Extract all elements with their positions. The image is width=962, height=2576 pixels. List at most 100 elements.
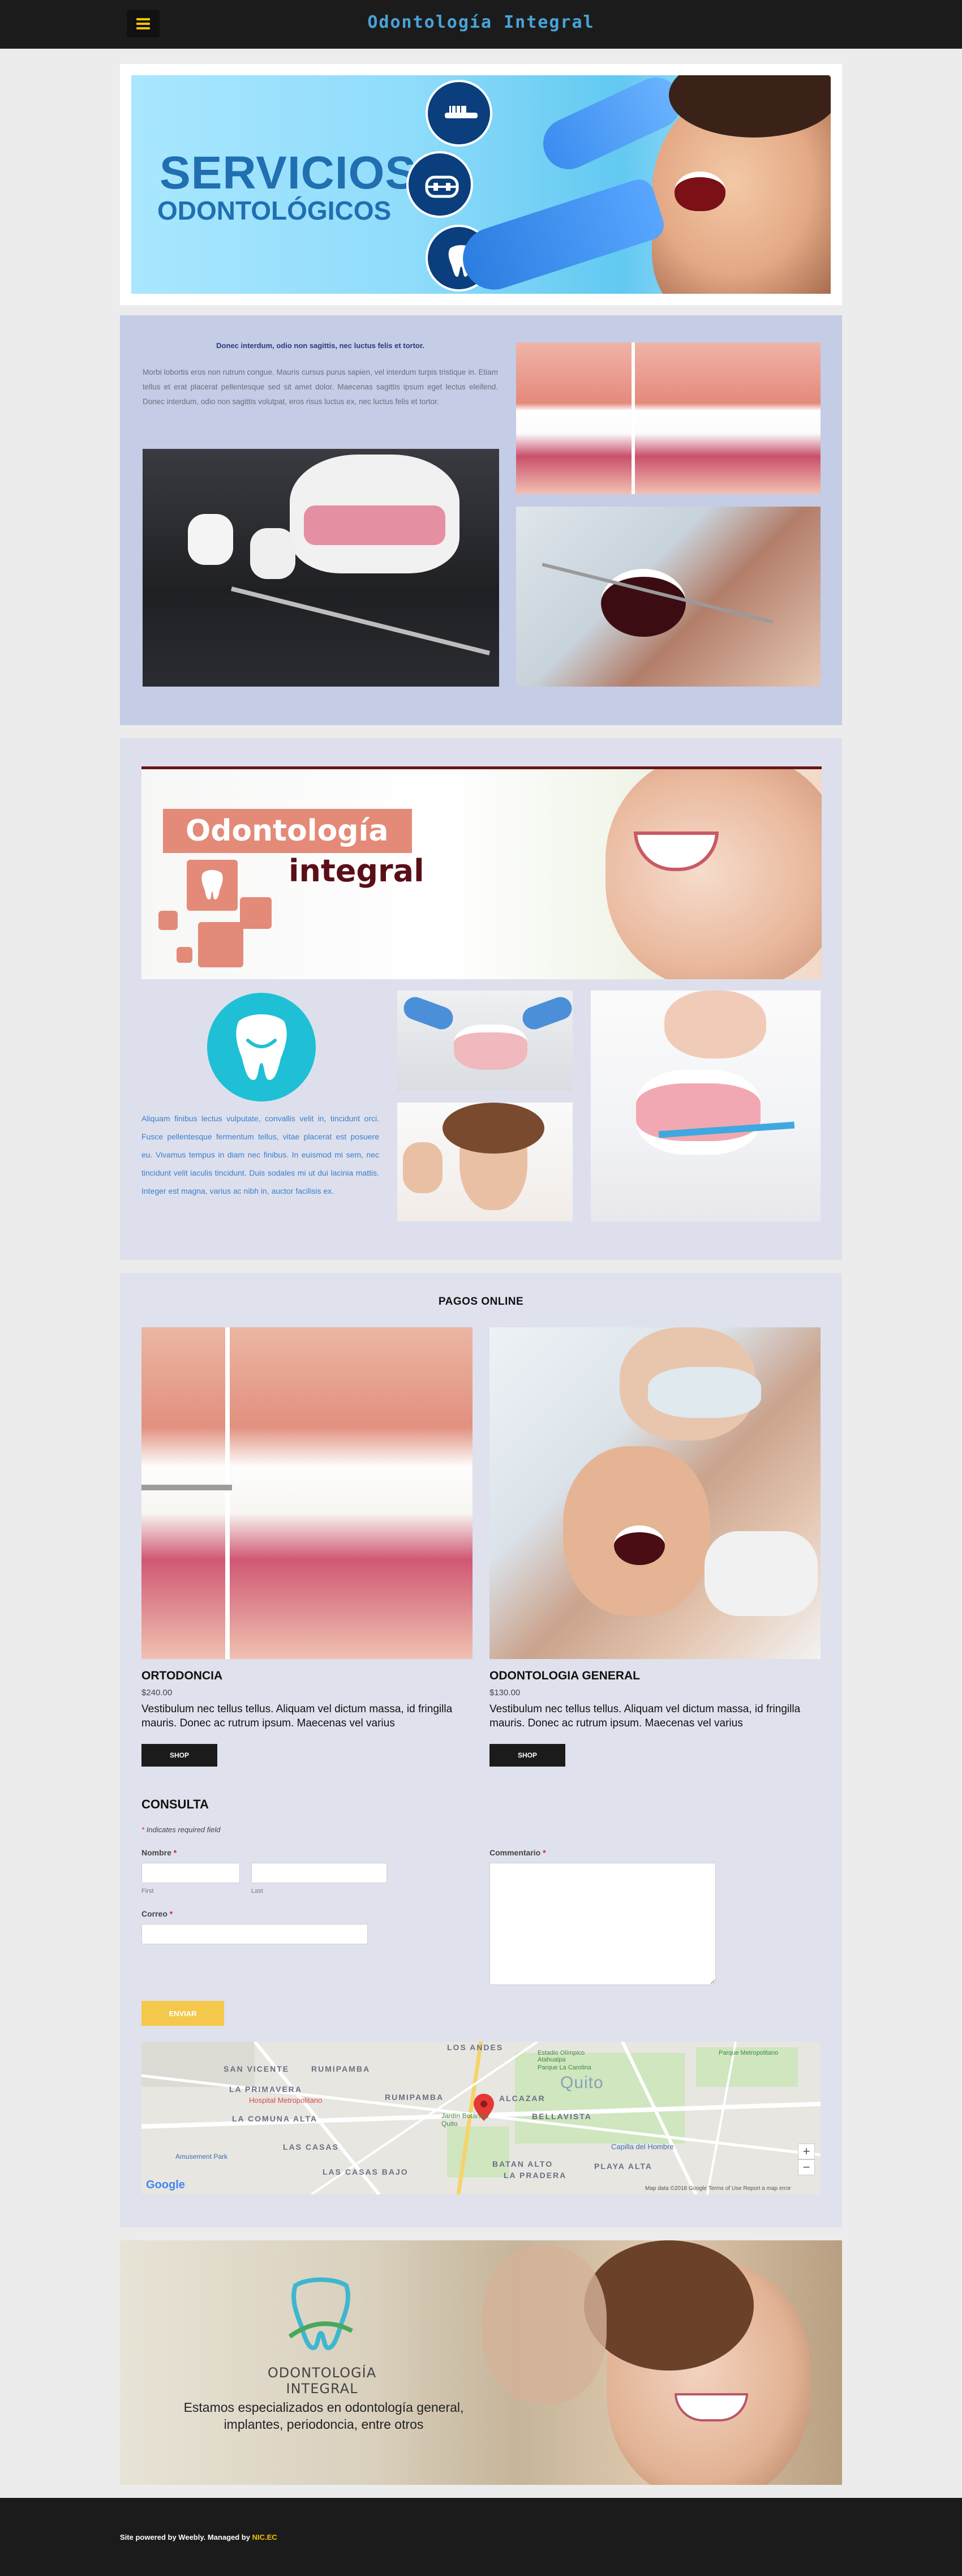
divider-line	[225, 1327, 230, 1659]
banner-subtitle: integral	[289, 853, 424, 889]
required-note: * Indicates required field	[141, 1825, 221, 1834]
braces-wire-graphic	[141, 1485, 232, 1490]
submit-button[interactable]: ENVIAR	[141, 2001, 224, 2026]
intro-paragraph: Morbi lobortis eros non rutrum congue. M…	[143, 368, 498, 406]
map-label: Jardín Botánico Quito	[441, 2112, 489, 2128]
shop-button[interactable]: SHOP	[489, 1744, 565, 1767]
services-banner-image: SERVICIOS ODONTOLÓGICOS	[131, 75, 831, 294]
comment-textarea[interactable]	[489, 1863, 716, 1985]
banner-subtitle: ODONTOLÓGICOS	[157, 196, 392, 225]
map-label: RUMIPAMBA	[385, 2093, 444, 2102]
map-label: LAS CASAS	[283, 2142, 339, 2151]
map-label: Estadio Olímpico Atahualpa	[538, 2050, 585, 2063]
gloved-hand-graphic	[454, 175, 668, 294]
product-image-ortodoncia[interactable]	[141, 1327, 473, 1659]
divider-line	[632, 342, 635, 494]
tooth-toy-shape	[250, 528, 295, 579]
product-price: $240.00	[141, 1688, 173, 1698]
map-label: Parque Metropolitano	[719, 2050, 779, 2056]
gloved-hand-graphic	[400, 993, 457, 1033]
deco-square	[177, 947, 192, 963]
map-label: Quito	[560, 2073, 604, 2092]
required-star: *	[173, 1848, 177, 1857]
form-title: CONSULTA	[141, 1797, 209, 1811]
map-label: Hospital Metropolitano	[249, 2096, 323, 2104]
map-label: Amusement Park	[175, 2153, 228, 2161]
ok-woman-photo	[397, 1103, 573, 1221]
woman-hair-graphic	[443, 1103, 544, 1154]
last-sublabel: Last	[251, 1888, 263, 1895]
footer-text: Site powered by Weebly. Managed by NIC.E…	[120, 2533, 277, 2541]
map-label: ALCAZAR	[499, 2094, 546, 2103]
smiling-woman-graphic	[605, 769, 822, 979]
denture-shape	[636, 1070, 761, 1155]
toothbrush-denture-photo	[591, 991, 821, 1221]
required-star: *	[543, 1848, 546, 1857]
brand-tagline: Estamos especializados en odontología ge…	[183, 2400, 464, 2432]
map-footer-note[interactable]: Map data ©2018 Google Terms of Use Repor…	[645, 2185, 791, 2192]
last-name-input[interactable]	[251, 1863, 387, 1883]
brand-name: ODONTOLOGÍA INTEGRAL	[251, 2365, 393, 2397]
dental-mirror-tool	[231, 586, 490, 655]
toothbrush-icon	[426, 80, 492, 147]
footer-link-nic[interactable]: NIC.EC	[252, 2533, 277, 2541]
product-name[interactable]: ORTODONCIA	[141, 1669, 222, 1683]
map-label: Parque La Carolina	[538, 2064, 591, 2071]
denture-shape	[454, 1025, 527, 1070]
correo-label: Correo *	[141, 1909, 173, 1918]
tooth-logo-icon	[284, 2274, 358, 2359]
site-title-link[interactable]: Odontología Integral	[0, 12, 962, 32]
tools-square-icon	[198, 922, 243, 967]
email-input[interactable]	[141, 1924, 368, 1944]
map-label: LA PRIMAVERA	[229, 2085, 302, 2094]
denture-tools-photo	[397, 991, 573, 1090]
footer: Site powered by Weebly. Managed by NIC.E…	[0, 2498, 962, 2576]
map-label: SAN VICENTE	[224, 2064, 290, 2073]
gum-shape	[304, 505, 445, 545]
store-heading: PAGOS ONLINE	[438, 1296, 524, 1308]
map-label: BATAN ALTO	[492, 2159, 553, 2168]
store-section: PAGOS ONLINE ORTODONCIA $240.00 Vestibul…	[120, 1273, 842, 2227]
map-zoom-out-button[interactable]: −	[798, 2159, 815, 2175]
services-banner-section: SERVICIOS ODONTOLÓGICOS	[120, 64, 842, 305]
integral-paragraph: Aliquam finibus lectus vulputate, conval…	[141, 1114, 379, 1195]
required-star: *	[169, 1909, 173, 1918]
top-bar: Odontología Integral	[0, 0, 962, 49]
product-description: Vestibulum nec tellus tellus. Aliquam ve…	[141, 1703, 453, 1729]
dental-model-photo	[143, 449, 499, 687]
google-map[interactable]: LOS ANDES SAN VICENTE RUMIPAMBA LA PRIMA…	[141, 2042, 821, 2194]
product-image-odontologia-general[interactable]	[489, 1327, 821, 1659]
odontologia-integral-banner: Odontología integral	[141, 766, 822, 979]
intro-heading: Donec interdum, odio non sagittis, nec l…	[216, 341, 424, 350]
banner-title: SERVICIOS	[160, 147, 417, 199]
intro-section: Donec interdum, odio non sagittis, nec l…	[120, 315, 842, 725]
open-mouth-graphic	[675, 172, 725, 211]
product-name[interactable]: ODONTOLOGIA GENERAL	[489, 1669, 640, 1683]
product-description: Vestibulum nec tellus tellus. Aliquam ve…	[489, 1703, 801, 1729]
woman-hair-graphic	[584, 2240, 754, 2371]
dental-exam-photo	[516, 507, 821, 687]
footer-credit: Site powered by Weebly. Managed by	[120, 2533, 252, 2541]
map-label: LAS CASAS BAJO	[323, 2167, 409, 2176]
first-name-input[interactable]	[141, 1863, 240, 1883]
brand-promo-section: ODONTOLOGÍA INTEGRAL Estamos especializad…	[120, 2240, 842, 2485]
first-sublabel: First	[141, 1888, 154, 1895]
required-star: *	[141, 1825, 145, 1834]
open-mouth-graphic	[601, 569, 686, 637]
tooth-square-icon	[187, 860, 238, 911]
nombre-label-text: Nombre	[141, 1848, 171, 1857]
map-label: LA COMUNA ALTA	[232, 2114, 318, 2123]
map-zoom-in-button[interactable]: +	[798, 2144, 815, 2159]
background-person-graphic	[482, 2246, 607, 2404]
banner-title: Odontología	[163, 809, 412, 853]
correo-label-text: Correo	[141, 1909, 168, 1918]
dental-chair-icon	[240, 897, 272, 929]
map-label: Capilla del Hombre	[611, 2142, 674, 2151]
braces-icon	[406, 151, 473, 218]
braces-smile-photo	[516, 342, 821, 494]
deco-square	[158, 911, 178, 930]
brand-line-2: INTEGRAL	[286, 2381, 358, 2397]
shop-button[interactable]: SHOP	[141, 1744, 217, 1767]
map-label: RUMIPAMBA	[311, 2064, 371, 2073]
tooth-smile-icon	[207, 993, 316, 1101]
